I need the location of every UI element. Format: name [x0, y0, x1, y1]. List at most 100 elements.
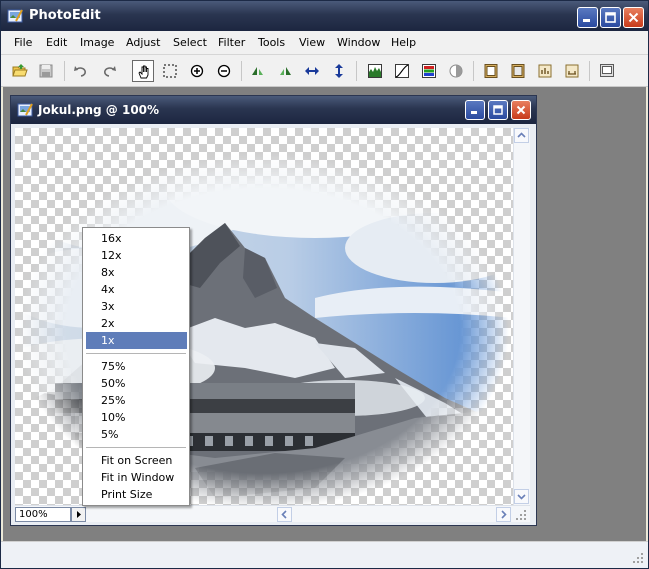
undo-button[interactable] — [70, 60, 92, 82]
minimize-button[interactable] — [577, 7, 598, 28]
horizontal-scroll-row: 100% — [15, 505, 530, 522]
brightness-icon — [449, 64, 463, 78]
zoom-menu-item[interactable]: 16x — [86, 230, 187, 247]
hand-tool-button[interactable] — [132, 60, 154, 82]
color-balance-button[interactable] — [418, 60, 440, 82]
menu-separator — [86, 447, 186, 448]
zoom-menu-item[interactable]: Print Size — [86, 486, 187, 503]
window-title: PhotoEdit — [29, 8, 101, 23]
zoom-menu-item[interactable]: Fit in Window — [86, 469, 187, 486]
close-icon — [628, 12, 639, 23]
zoom-menu-item[interactable]: 50% — [86, 375, 187, 392]
zoom-dropdown-button[interactable] — [71, 507, 86, 522]
frame-button[interactable] — [480, 60, 502, 82]
status-bar — [1, 541, 648, 568]
flip-vertical-icon — [335, 64, 343, 78]
maximize-icon — [493, 105, 503, 115]
open-button[interactable] — [9, 60, 31, 82]
histogram-button[interactable] — [364, 60, 386, 82]
toolbar-separator — [589, 61, 590, 81]
document-title-bar[interactable]: Jokul.png @ 100% — [11, 96, 536, 124]
image-info-icon — [538, 64, 552, 78]
brightness-button[interactable] — [445, 60, 467, 82]
fullscreen-icon — [600, 64, 614, 77]
redo-button[interactable] — [98, 60, 120, 82]
document-close-button[interactable] — [511, 100, 531, 120]
redo-icon — [104, 66, 116, 77]
menu-filter[interactable]: Filter — [218, 36, 245, 49]
maximize-icon — [605, 12, 616, 23]
document-minimize-button[interactable] — [465, 100, 485, 120]
zoom-menu-item[interactable]: 4x — [86, 281, 187, 298]
zoom-menu-item[interactable]: Fit on Screen — [86, 452, 187, 469]
zoom-in-icon — [190, 64, 204, 78]
color-balance-icon — [422, 64, 436, 78]
zoom-field[interactable]: 100% — [15, 507, 71, 522]
scroll-up-button[interactable] — [514, 128, 529, 143]
fullscreen-button[interactable] — [596, 60, 618, 82]
curves-button[interactable] — [391, 60, 413, 82]
hand-icon — [138, 65, 149, 79]
menu-separator — [86, 353, 186, 354]
document-maximize-button[interactable] — [488, 100, 508, 120]
triangle-right-icon — [77, 511, 81, 518]
menu-tools[interactable]: Tools — [258, 36, 285, 49]
zoom-menu-item-selected[interactable]: 1x — [86, 332, 187, 349]
flip-horizontal-button[interactable] — [301, 60, 323, 82]
maximize-button[interactable] — [600, 7, 621, 28]
vertical-scrollbar[interactable] — [513, 128, 530, 505]
menu-edit[interactable]: Edit — [46, 36, 67, 49]
scroll-left-icon — [281, 510, 287, 519]
image-size-button[interactable] — [561, 60, 583, 82]
scroll-down-button[interactable] — [514, 489, 529, 504]
frame-icon — [484, 64, 498, 78]
toolbar — [1, 55, 648, 87]
title-bar[interactable]: PhotoEdit — [1, 1, 648, 31]
zoom-in-button[interactable] — [186, 60, 208, 82]
marquee-select-button[interactable] — [159, 60, 181, 82]
menu-help[interactable]: Help — [391, 36, 416, 49]
undo-icon — [74, 66, 86, 77]
image-info-button[interactable] — [534, 60, 556, 82]
scroll-up-icon — [517, 132, 526, 138]
document-icon — [17, 103, 33, 117]
save-button[interactable] — [35, 60, 57, 82]
zoom-menu-item[interactable]: 25% — [86, 392, 187, 409]
curves-icon — [395, 64, 409, 78]
menu-adjust[interactable]: Adjust — [126, 36, 160, 49]
frame-fill-button[interactable] — [507, 60, 529, 82]
zoom-menu-item[interactable]: 10% — [86, 409, 187, 426]
zoom-menu-item[interactable]: 2x — [86, 315, 187, 332]
open-icon — [12, 64, 28, 77]
menu-window[interactable]: Window — [337, 36, 380, 49]
zoom-menu-item[interactable]: 12x — [86, 247, 187, 264]
zoom-menu-item[interactable]: 3x — [86, 298, 187, 315]
image-size-icon — [565, 64, 579, 78]
zoom-menu-item[interactable]: 75% — [86, 358, 187, 375]
flip-vertical-button[interactable] — [328, 60, 350, 82]
menu-image[interactable]: Image — [80, 36, 114, 49]
resize-grip-icon[interactable] — [515, 509, 527, 521]
menu-file[interactable]: File — [14, 36, 32, 49]
scroll-right-button[interactable] — [496, 507, 511, 522]
flip-left-button[interactable] — [247, 60, 269, 82]
save-icon — [39, 64, 53, 78]
resize-grip-icon[interactable] — [632, 552, 644, 564]
histogram-icon — [368, 64, 382, 78]
zoom-out-icon — [217, 64, 231, 78]
toolbar-separator — [64, 61, 65, 81]
scroll-left-button[interactable] — [277, 507, 292, 522]
close-button[interactable] — [623, 7, 644, 28]
menu-view[interactable]: View — [299, 36, 325, 49]
toolbar-separator — [473, 61, 474, 81]
marquee-select-icon — [163, 64, 177, 78]
scroll-right-icon — [501, 510, 507, 519]
zoom-menu-item[interactable]: 5% — [86, 426, 187, 443]
close-icon — [516, 105, 526, 115]
flip-right-icon — [280, 67, 291, 75]
zoom-menu-item[interactable]: 8x — [86, 264, 187, 281]
menu-select[interactable]: Select — [173, 36, 207, 49]
flip-left-icon — [252, 67, 263, 75]
zoom-out-button[interactable] — [213, 60, 235, 82]
flip-right-button[interactable] — [274, 60, 296, 82]
